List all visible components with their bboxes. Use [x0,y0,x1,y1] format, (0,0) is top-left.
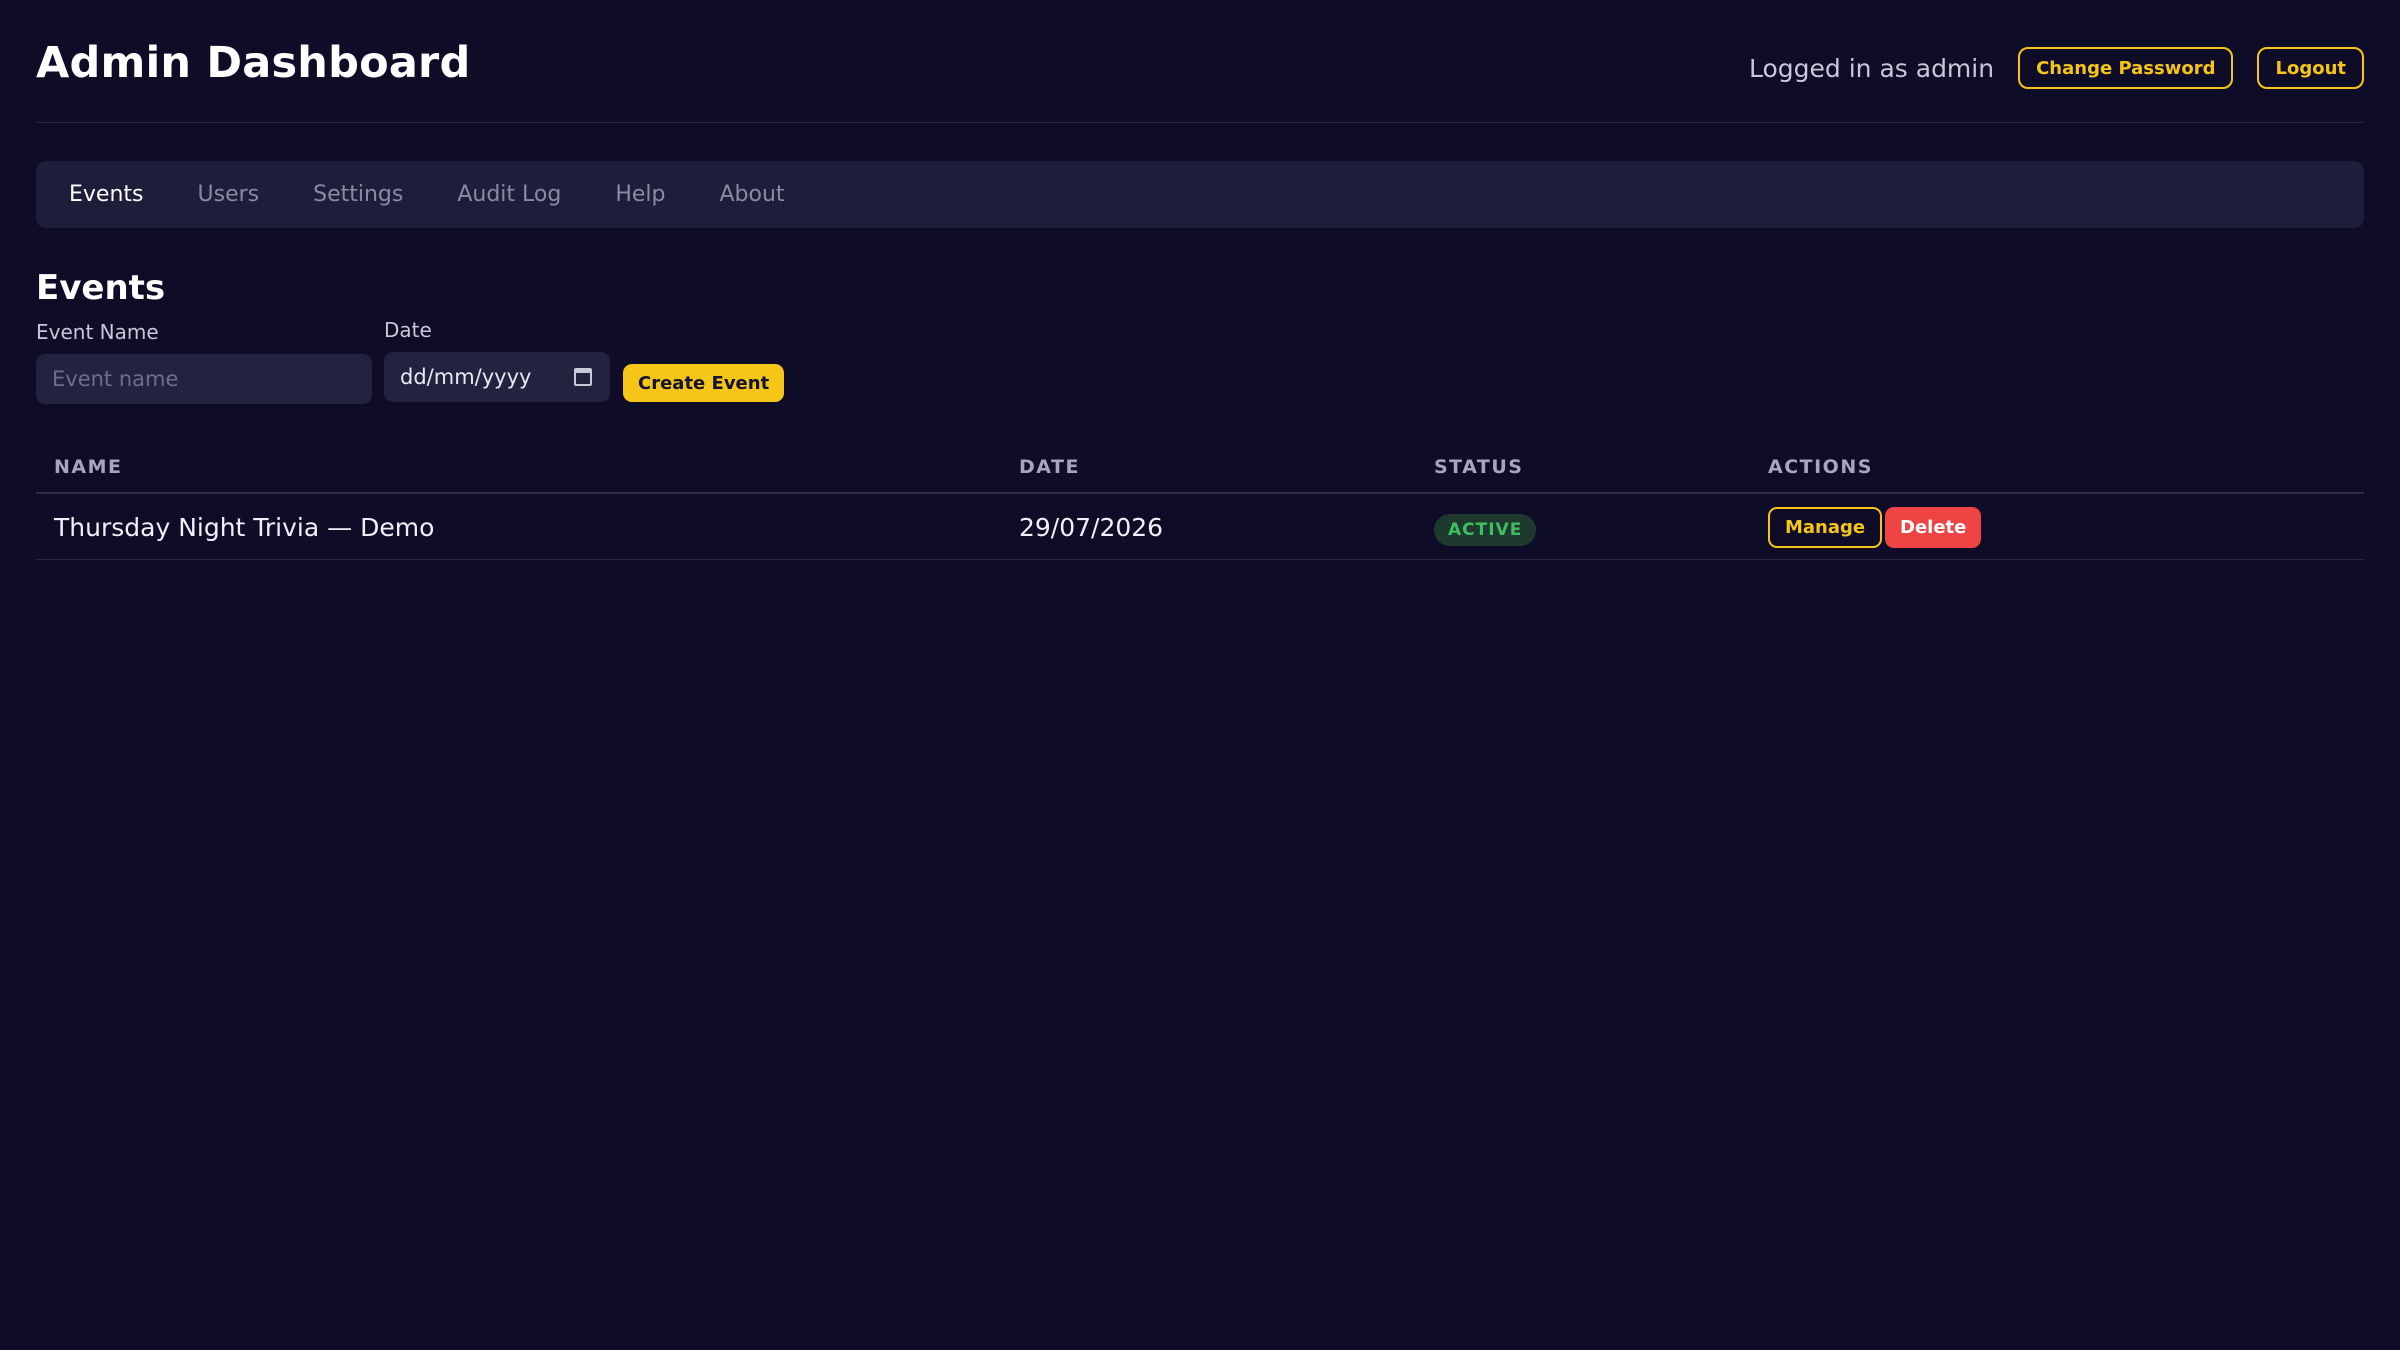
tab-help[interactable]: Help [615,182,665,207]
tab-users[interactable]: Users [198,182,260,207]
admin-dashboard-page: Admin Dashboard Logged in as admin Chang… [0,0,2400,1350]
tab-events[interactable]: Events [69,182,144,207]
date-placeholder: dd/mm/yyyy [400,365,532,389]
event-name-cell: Thursday Night Trivia — Demo [54,513,435,542]
header-actions: Logged in as admin Change Password Logou… [1749,47,2364,89]
column-header-name: NAME [54,456,123,478]
table-row: Thursday Night Trivia — Demo 29/07/2026 … [36,494,2364,560]
manage-button[interactable]: Manage [1768,507,1883,548]
event-name-input[interactable] [36,354,372,404]
event-date-cell: 29/07/2026 [1019,513,1164,542]
tab-settings[interactable]: Settings [313,182,403,207]
tab-audit-log[interactable]: Audit Log [457,182,561,207]
column-header-status: STATUS [1434,456,1524,478]
section-title: Events [36,268,166,308]
events-table: NAME DATE STATUS ACTIONS Thursday Night … [36,440,2364,560]
column-header-actions: ACTIONS [1768,456,1873,478]
delete-button[interactable]: Delete [1885,507,1982,548]
logout-button[interactable]: Logout [2257,47,2364,89]
change-password-button[interactable]: Change Password [2018,47,2234,89]
status-badge: ACTIVE [1434,514,1537,546]
top-header: Admin Dashboard Logged in as admin Chang… [36,0,2364,123]
logged-in-text: Logged in as admin [1749,53,1995,83]
calendar-icon[interactable] [574,368,592,386]
date-input[interactable]: dd/mm/yyyy [384,352,610,402]
date-label: Date [384,318,432,342]
event-name-label: Event Name [36,320,159,344]
create-event-button[interactable]: Create Event [623,364,785,402]
column-header-date: DATE [1019,456,1080,478]
tab-bar: Events Users Settings Audit Log Help Abo… [36,161,2364,228]
page-title: Admin Dashboard [36,38,471,88]
table-header: NAME DATE STATUS ACTIONS [36,440,2364,494]
tab-about[interactable]: About [719,182,784,207]
